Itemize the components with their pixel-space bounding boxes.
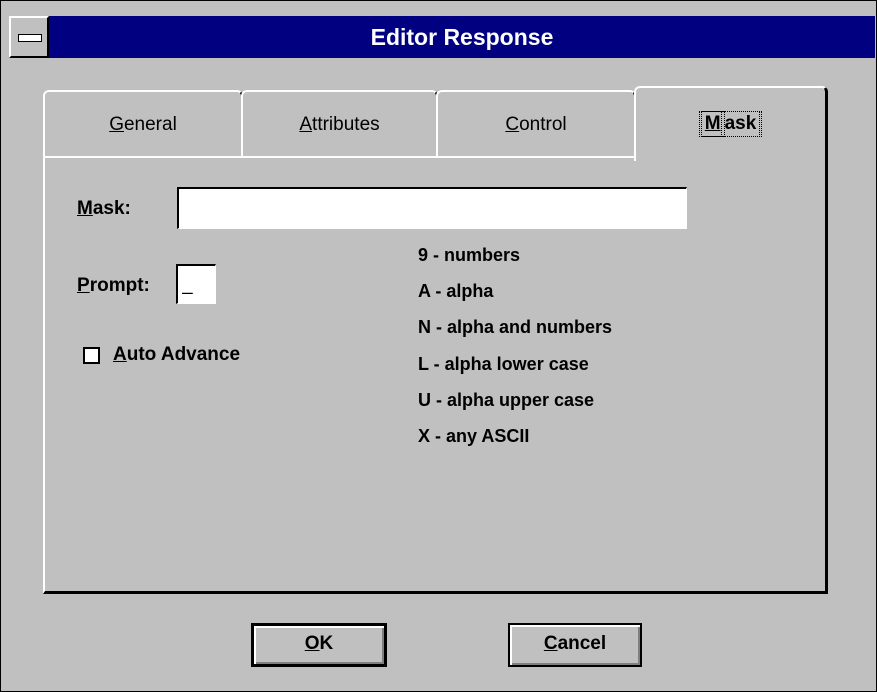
- system-menu-button[interactable]: [9, 16, 49, 58]
- editor-response-dialog: Editor Response General Attributes Contr…: [0, 0, 877, 692]
- tab-general[interactable]: General: [43, 90, 243, 158]
- legend-line: L - alpha lower case: [418, 354, 589, 374]
- system-menu-icon: [18, 34, 42, 42]
- tab-attributes[interactable]: Attributes: [241, 90, 438, 158]
- tab-mask-label: Mask: [698, 111, 763, 137]
- mask-legend: 9 - numbers A - alpha N - alpha and numb…: [418, 245, 748, 475]
- auto-advance-label[interactable]: Auto Advance: [113, 344, 240, 366]
- legend-line: N - alpha and numbers: [418, 317, 613, 337]
- title-bar[interactable]: Editor Response: [9, 16, 875, 58]
- tab-control[interactable]: Control: [436, 90, 636, 158]
- mask-label: Mask:: [77, 198, 131, 219]
- legend-line: A - alpha: [418, 281, 494, 301]
- legend-line: X - any ASCII: [418, 426, 530, 446]
- tab-control-label: Control: [505, 114, 567, 135]
- tab-mask[interactable]: Mask: [634, 86, 828, 161]
- ok-button[interactable]: OK: [251, 623, 387, 667]
- mask-tab-panel: Mask: Prompt: Auto Advance 9 - numbers A…: [43, 156, 828, 594]
- mask-input[interactable]: [177, 187, 687, 229]
- prompt-input[interactable]: [176, 264, 216, 304]
- tab-general-label: General: [109, 114, 177, 135]
- cancel-button[interactable]: Cancel: [508, 623, 642, 667]
- auto-advance-checkbox[interactable]: [83, 347, 100, 364]
- tab-attributes-label: Attributes: [299, 114, 380, 135]
- legend-line: 9 - numbers: [418, 245, 521, 265]
- window-title: Editor Response: [370, 24, 554, 50]
- legend-line: U - alpha upper case: [418, 390, 595, 410]
- prompt-label: Prompt:: [77, 275, 150, 296]
